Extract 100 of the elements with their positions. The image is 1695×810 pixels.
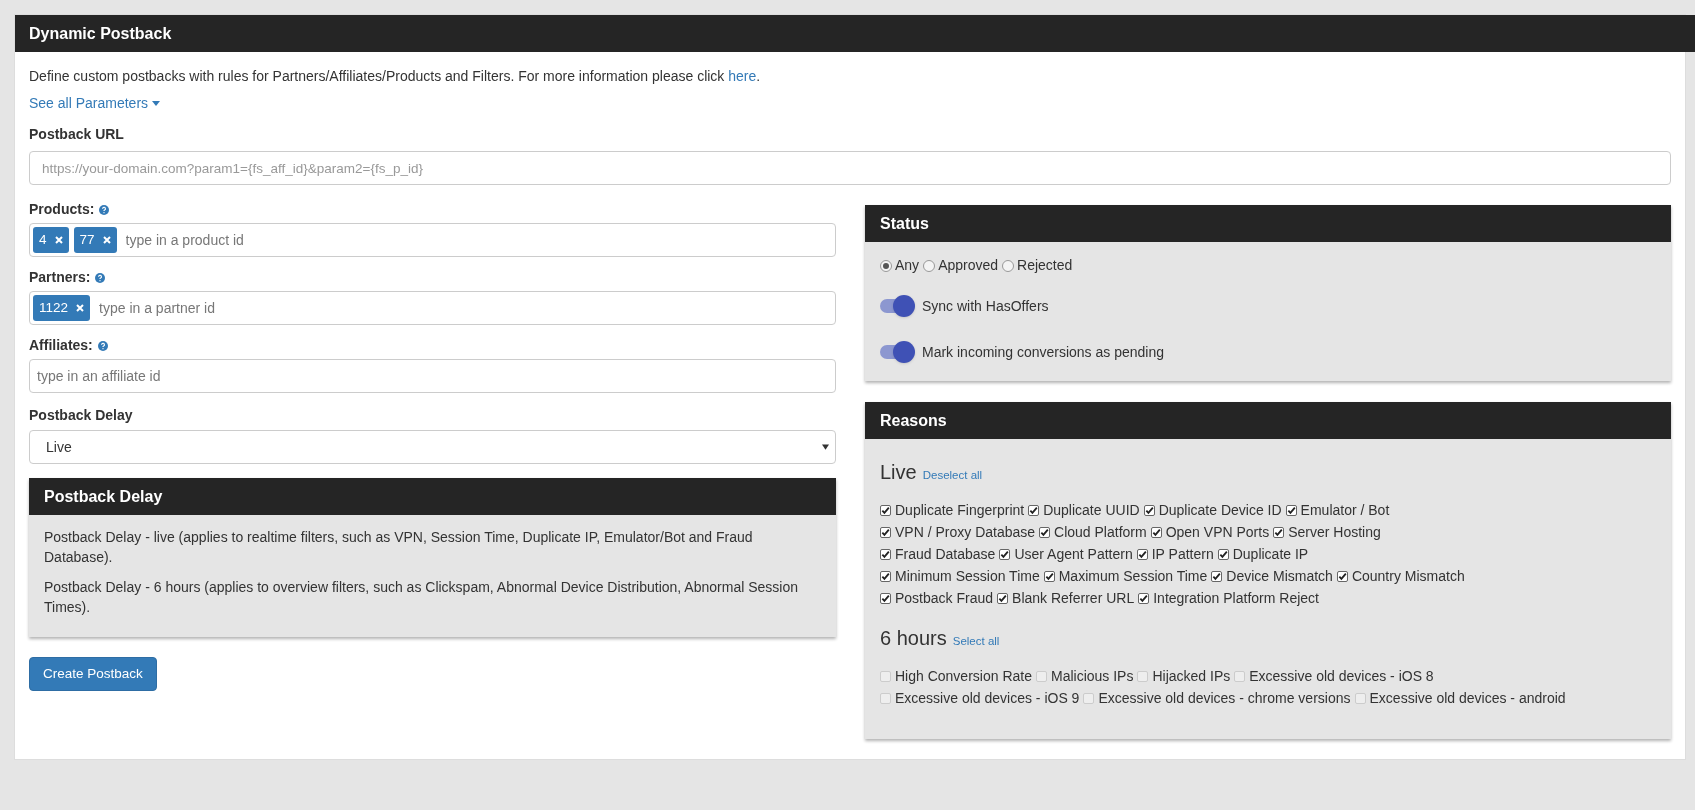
tag-input-field[interactable]: 4 77 type in a product id (29, 223, 836, 257)
checkbox-label: Country Mismatch (1351, 566, 1465, 586)
checkbox-label: Open VPN Ports (1165, 522, 1270, 542)
checkbox-label: User Agent Pattern (1014, 544, 1133, 564)
checkbox[interactable] (1136, 548, 1148, 560)
checkbox-label: Excessive old devices - android (1369, 688, 1566, 708)
select-toggle-link[interactable]: Select all (952, 633, 1000, 651)
check-icon (881, 571, 890, 581)
checkbox-label: High Conversion Rate (895, 666, 1032, 686)
checkbox[interactable] (1028, 504, 1040, 516)
field-label: Products: (29, 200, 95, 219)
info-text: Postback Delay - 6 hours (applies to overview filters, such as Clickspam, Abnormal Device Distribution, Abnormal Session Times). (44, 578, 799, 617)
caret-icon (152, 101, 161, 106)
card-title: Reasons (880, 410, 947, 431)
remove-icon (102, 236, 111, 244)
checkbox-label: Device Mismatch (1226, 566, 1333, 586)
intro-text: Define custom postbacks with rules for Partners/Affiliates/Products and Filters. For more information please click here. (29, 67, 762, 86)
check-icon (1044, 571, 1054, 581)
radio-button[interactable] (880, 259, 892, 272)
tag-input-field[interactable]: 1122 type in a partner id (29, 291, 836, 325)
card-title: Postback Delay (44, 486, 163, 507)
checkbox-label: Hijacked IPs (1152, 666, 1231, 686)
postback-url-field[interactable]: https://your-domain.com?param1={fs_aff_id}&param2={fs_p_id} (29, 151, 1671, 185)
checkbox[interactable] (999, 548, 1011, 560)
check-icon (1286, 505, 1296, 515)
field-label: Postback URL (29, 125, 125, 144)
checkbox[interactable] (1150, 526, 1162, 538)
checkbox[interactable] (880, 548, 891, 560)
checkbox[interactable] (1043, 570, 1055, 582)
checkbox[interactable] (1336, 570, 1348, 582)
checkbox[interactable] (880, 504, 891, 516)
group-heading: 6 hours (880, 626, 947, 651)
checkbox[interactable] (1138, 592, 1150, 604)
group-heading: Live (880, 460, 917, 485)
tag-input-field[interactable]: type in an affiliate id (29, 359, 836, 393)
delay-select[interactable]: Live (29, 430, 836, 464)
checkbox-label: Minimum Session Time (895, 566, 1040, 586)
check-icon (1151, 527, 1161, 537)
checkbox-label: VPN / Proxy Database (895, 522, 1036, 542)
text-input[interactable]: type in a product id (121, 229, 832, 251)
here-link[interactable]: here (728, 68, 757, 84)
check-icon (1137, 549, 1147, 559)
checkbox-label: Excessive old devices - chrome versions (1098, 688, 1351, 708)
checkbox-label: Duplicate IP (1232, 544, 1309, 564)
check-icon (881, 505, 890, 515)
see-all-parameters-link[interactable]: See all Parameters (29, 93, 161, 114)
toggle-switch[interactable] (880, 295, 915, 317)
select-value: Live (46, 437, 72, 457)
check-icon (1274, 527, 1284, 537)
help-icon (99, 204, 110, 215)
checkbox[interactable] (1039, 526, 1051, 538)
check-icon (998, 593, 1008, 603)
checkbox-label: Server Hosting (1288, 522, 1381, 542)
tag-chip: 4 (33, 227, 69, 253)
remove-icon (76, 304, 85, 312)
create-postback-button[interactable]: Create Postback (29, 657, 157, 691)
checkbox-label: Malicious IPs (1050, 666, 1134, 686)
remove-icon (54, 236, 63, 244)
field-label: Partners: (29, 268, 91, 287)
radio-button[interactable] (1002, 259, 1015, 272)
checkbox-label: Maximum Session Time (1058, 566, 1208, 586)
check-icon (1139, 593, 1149, 603)
help-icon (95, 272, 106, 283)
checkbox-label: Excessive old devices - iOS 8 (1249, 666, 1434, 686)
checkbox[interactable] (1273, 526, 1285, 538)
checkbox-label: Postback Fraud (895, 588, 994, 608)
panel-title: Dynamic Postback (29, 23, 172, 44)
checkbox[interactable] (880, 526, 891, 538)
checkbox-label: Duplicate Device ID (1158, 500, 1282, 520)
checkbox-label: Cloud Platform (1054, 522, 1147, 542)
checkbox[interactable] (1143, 504, 1155, 516)
check-icon (1000, 549, 1010, 559)
info-text: Postback Delay - live (applies to realtime filters, such as VPN, Session Time, Duplicate IP, Emulator/Bot and Fraud Database). (44, 528, 754, 567)
radio-label: Rejected (1017, 256, 1073, 275)
checkbox[interactable] (997, 592, 1009, 604)
check-icon (881, 527, 890, 537)
toggle-label: Mark incoming conversions as pending (922, 342, 1164, 362)
radio-label: Approved (938, 256, 999, 275)
toggle-label: Sync with HasOffers (922, 296, 1049, 316)
checkbox[interactable] (1217, 548, 1229, 560)
checkbox[interactable] (880, 570, 891, 582)
checkbox-label: Duplicate Fingerprint (895, 500, 1025, 520)
radio-button[interactable] (923, 259, 936, 272)
field-label: Affiliates: (29, 336, 93, 355)
checkbox[interactable] (1285, 504, 1297, 516)
checkbox-label: Emulator / Bot (1300, 500, 1390, 520)
check-icon (1212, 571, 1222, 581)
card-title: Status (880, 213, 929, 234)
check-icon (881, 549, 890, 559)
tag-chip: 1122 (33, 295, 91, 321)
text-input[interactable]: type in an affiliate id (33, 365, 832, 387)
check-icon (1040, 527, 1050, 537)
checkbox-label: Blank Referrer URL (1012, 588, 1135, 608)
checkbox[interactable] (880, 592, 891, 604)
checkbox[interactable] (1211, 570, 1223, 582)
toggle-switch[interactable] (880, 341, 915, 363)
check-icon (1144, 505, 1154, 515)
select-toggle-link[interactable]: Deselect all (922, 467, 983, 485)
text-input[interactable]: type in a partner id (95, 297, 832, 319)
dropdown-caret-icon (822, 444, 829, 450)
